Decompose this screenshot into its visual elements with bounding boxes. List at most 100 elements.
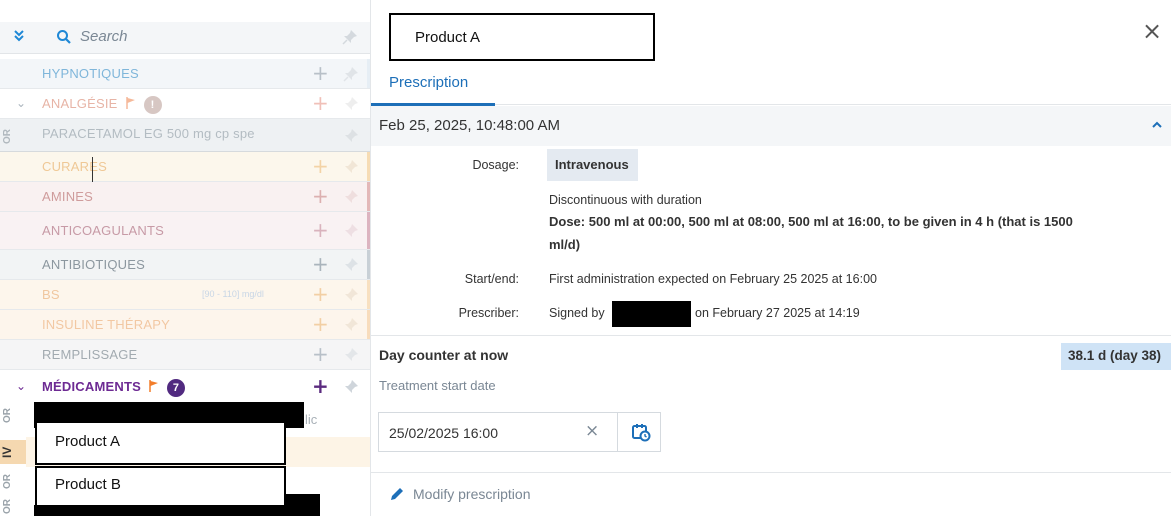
category-antibiotiques[interactable]: ANTIBIOTIQUES + — [0, 250, 370, 280]
pin-icon[interactable] — [343, 159, 359, 175]
tab-prescription[interactable]: Prescription — [371, 64, 495, 106]
route-value: Intravenous — [555, 157, 629, 172]
category-label: ANTICOAGULANTS — [42, 223, 164, 238]
detail-title-box: Product A — [389, 13, 655, 61]
pin-icon[interactable] — [343, 379, 359, 395]
route-tab-iv: IV — [0, 440, 26, 464]
list-item-paracetamol[interactable]: PARACETAMOL EG 500 mg cp spe — [0, 119, 370, 152]
flag-icon — [125, 97, 136, 109]
pencil-icon — [389, 486, 405, 502]
category-bs[interactable]: BS [90 - 110] mg/dl + — [0, 280, 370, 310]
pin-icon[interactable] — [343, 257, 359, 273]
dosage-mode: Discontinuous with duration — [549, 193, 702, 207]
category-insuline[interactable]: INSULINE THÉRAPY + — [0, 310, 370, 340]
clear-icon[interactable]: × — [585, 421, 599, 441]
category-remplissage[interactable]: REMPLISSAGE + — [0, 340, 370, 370]
category-curares[interactable]: CURARES + — [0, 152, 370, 182]
treatment-start-label: Treatment start date — [379, 378, 496, 393]
search-icon — [56, 29, 72, 45]
add-icon[interactable]: + — [312, 91, 329, 115]
pin-icon[interactable] — [343, 96, 359, 112]
category-label: ANTIBIOTIQUES — [42, 257, 146, 272]
list-item-product-a[interactable]: Product A — [35, 421, 286, 465]
pin-icon[interactable] — [343, 223, 359, 239]
pin-icon[interactable] — [343, 317, 359, 333]
search-bar[interactable]: Search — [0, 22, 370, 54]
add-icon[interactable]: + — [312, 312, 329, 336]
category-label: INSULINE THÉRAPY — [42, 317, 170, 332]
detail-title: Product A — [415, 29, 481, 46]
count-badge: 7 — [166, 379, 185, 397]
list-item-product-b[interactable]: Product B — [35, 466, 286, 508]
calendar-clock-icon[interactable] — [631, 422, 651, 442]
pin-icon[interactable] — [343, 287, 359, 303]
start-end-label: Start/end: — [464, 272, 519, 286]
prescription-accordion-header[interactable]: Feb 25, 2025, 10:48:00 AM — [371, 106, 1171, 146]
category-label: ANALGÉSIE! — [42, 96, 162, 114]
category-analgesie[interactable]: ⌄ ANALGÉSIE! + — [0, 89, 370, 119]
category-label: AMINES — [42, 189, 94, 204]
tab-label: Prescription — [389, 74, 469, 91]
add-icon[interactable]: + — [312, 252, 329, 276]
route-tab-or: OR — [2, 408, 13, 424]
search-input[interactable]: Search — [80, 28, 128, 45]
pin-icon[interactable] — [342, 29, 358, 45]
pin-icon[interactable] — [343, 128, 359, 144]
treatment-start-field[interactable]: 25/02/2025 16:00 × — [378, 412, 661, 452]
route-tab-or: OR — [2, 499, 13, 515]
day-counter-badge: 38.1 d (day 38) — [1061, 343, 1171, 370]
category-label: BS — [42, 287, 60, 302]
category-anticoagulants[interactable]: ANTICOAGULANTS + — [0, 212, 370, 250]
pin-icon[interactable] — [343, 66, 359, 82]
category-label: REMPLISSAGE — [42, 347, 138, 362]
add-icon[interactable]: + — [312, 342, 329, 366]
drug-label-fragment: lic — [305, 412, 318, 427]
flag-icon — [149, 380, 159, 392]
drug-label: Product B — [55, 476, 121, 493]
category-medicaments[interactable]: ⌄ MÉDICAMENTS 7 + — [0, 372, 370, 402]
drug-label: PARACETAMOL EG 500 mg cp spe — [42, 126, 255, 141]
pin-icon[interactable] — [343, 189, 359, 205]
divider — [371, 472, 1171, 473]
prescriber-date: on February 27 2025 at 14:19 — [695, 306, 860, 320]
divider — [371, 335, 1171, 336]
add-icon[interactable]: + — [312, 218, 329, 242]
add-icon[interactable]: + — [312, 61, 329, 85]
prescription-detail-panel: Product A × Prescription Feb 25, 2025, 1… — [370, 0, 1171, 516]
prescriber-label: Prescriber: — [458, 306, 519, 320]
dose-line-1: Dose: 500 ml at 00:00, 500 ml at 08:00, … — [549, 214, 1073, 229]
divider — [617, 413, 618, 451]
redacted-block — [34, 505, 320, 516]
chevron-down-icon[interactable]: ⌄ — [16, 96, 26, 110]
chevron-up-icon[interactable] — [1151, 118, 1163, 132]
prescriber-signed: Signed by — [549, 306, 605, 320]
modify-label: Modify prescription — [413, 486, 531, 502]
category-amines[interactable]: AMINES + — [0, 182, 370, 212]
add-icon[interactable]: + — [312, 154, 329, 178]
chevron-down-icon[interactable]: ⌄ — [16, 379, 26, 393]
day-counter-label: Day counter at now — [379, 347, 509, 363]
redacted-prescriber — [612, 301, 691, 327]
add-icon[interactable]: + — [312, 184, 329, 208]
detail-tabs: Prescription — [371, 64, 1171, 106]
pin-icon[interactable] — [343, 347, 359, 363]
glucose-range: [90 - 110] mg/dl — [202, 289, 264, 299]
expand-all-icon[interactable] — [12, 29, 26, 45]
add-icon[interactable]: + — [312, 374, 329, 398]
treatment-start-input[interactable]: 25/02/2025 16:00 — [389, 425, 498, 441]
category-label: MÉDICAMENTS 7 — [42, 379, 185, 397]
prescription-timestamp: Feb 25, 2025, 10:48:00 AM — [379, 117, 560, 134]
drug-label: Product A — [55, 433, 121, 450]
category-label: CURARES — [42, 159, 107, 174]
close-icon[interactable]: × — [1142, 17, 1162, 45]
category-label: HYPNOTIQUES — [42, 66, 139, 81]
warning-badge: ! — [143, 96, 162, 114]
category-hypnotiques[interactable]: HYPNOTIQUES + — [0, 59, 370, 89]
drug-category-sidebar: Search HYPNOTIQUES + ⌄ ANALGÉSIE! + PARA… — [0, 0, 370, 516]
dose-line-2: ml/d) — [549, 237, 581, 252]
day-counter-value: 38.1 d (day 38) — [1068, 348, 1162, 363]
route-tab-or: OR — [2, 129, 13, 145]
add-icon[interactable]: + — [312, 282, 329, 306]
route-tab-or: OR — [2, 474, 13, 490]
start-end-value: First administration expected on Februar… — [549, 272, 877, 286]
